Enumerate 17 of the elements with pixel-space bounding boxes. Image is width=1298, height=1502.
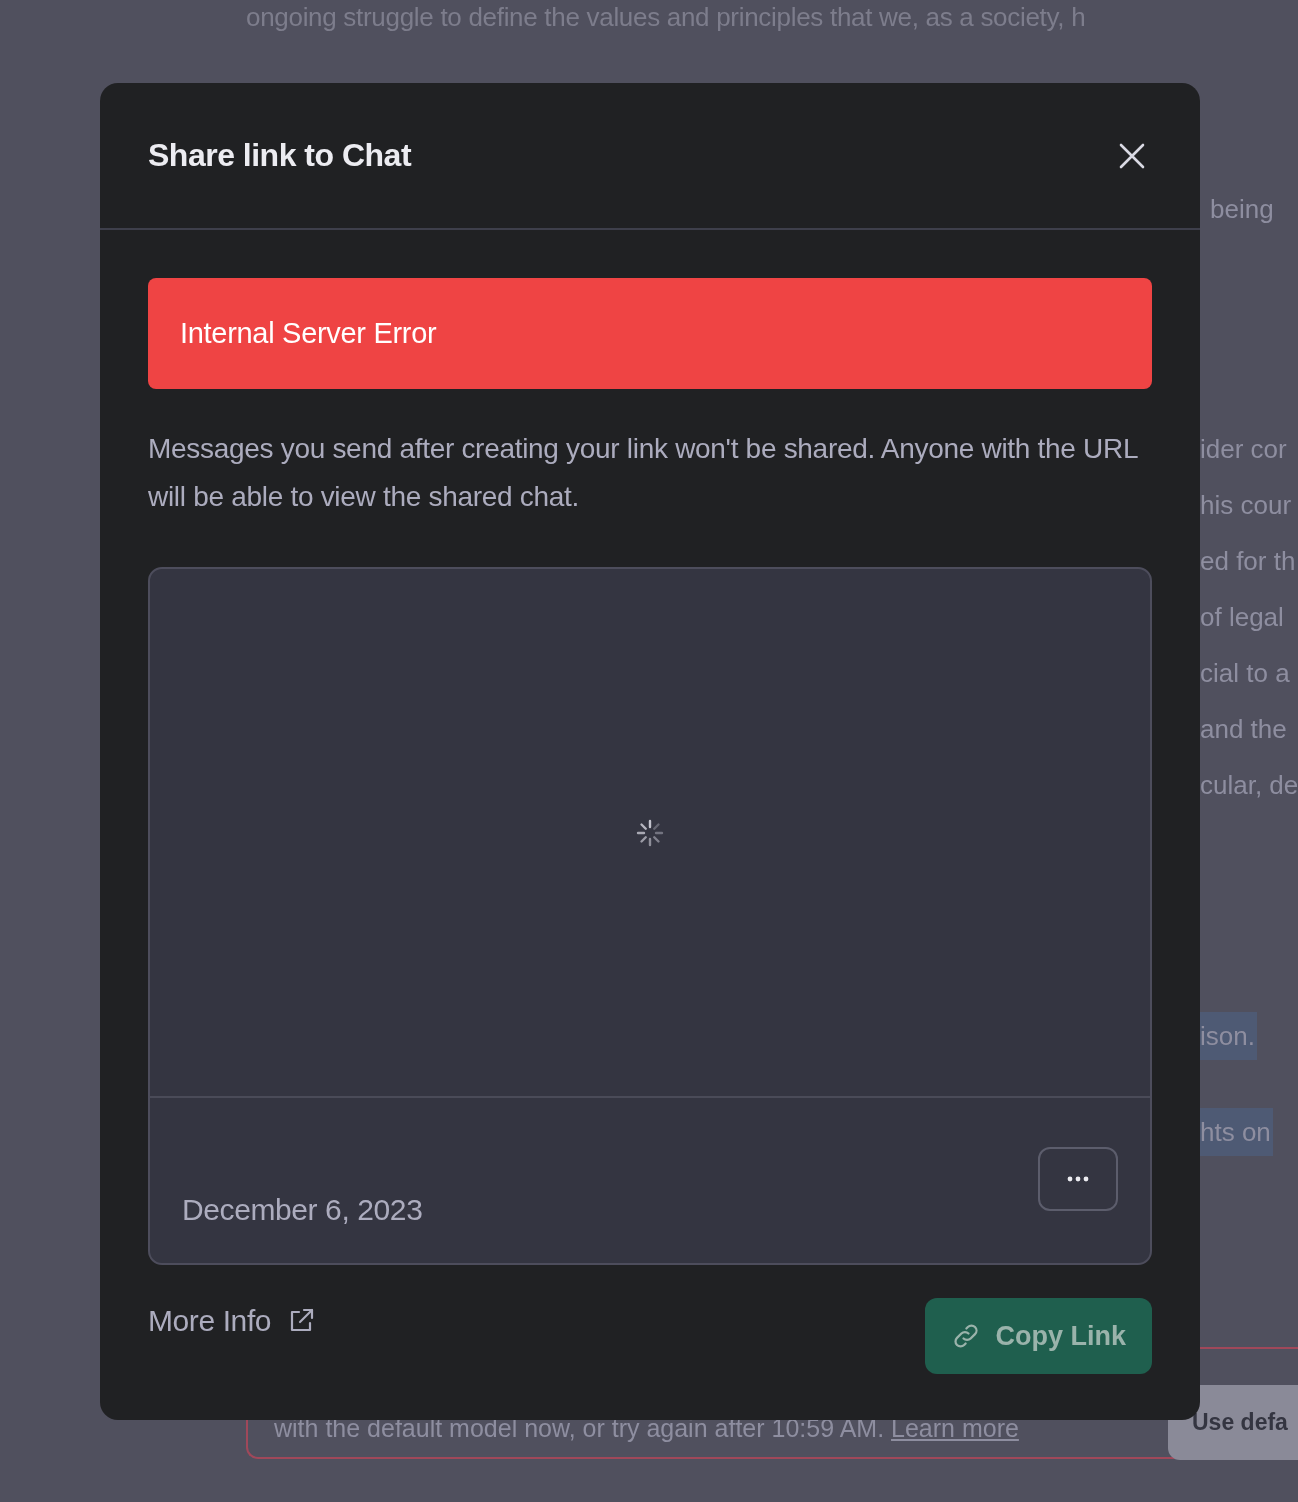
ellipsis-icon: [1067, 1176, 1089, 1182]
background-text: and the: [1199, 713, 1288, 746]
background-text: being: [1209, 193, 1275, 226]
background-text: ison.: [1197, 1012, 1257, 1060]
background-text: hts on: [1197, 1108, 1273, 1156]
more-info-link[interactable]: More Info: [148, 1304, 316, 1338]
background-text: cular, de: [1199, 769, 1298, 802]
background-text: of legal: [1199, 601, 1285, 634]
chat-date: December 6, 2023: [182, 1193, 423, 1227]
background-text: ed for th: [1199, 545, 1297, 578]
error-text: Internal Server Error: [180, 317, 437, 350]
description-text: Messages you send after creating your link won't be shared. Anyone with the URL will be able to view the shared chat.: [148, 432, 1139, 514]
close-icon[interactable]: [1118, 141, 1146, 170]
dialog-title: Share link to Chat: [148, 137, 412, 174]
background-text: cial to a: [1199, 657, 1291, 690]
background-text: ider cor: [1199, 433, 1288, 466]
background-text: his cour: [1199, 489, 1293, 522]
